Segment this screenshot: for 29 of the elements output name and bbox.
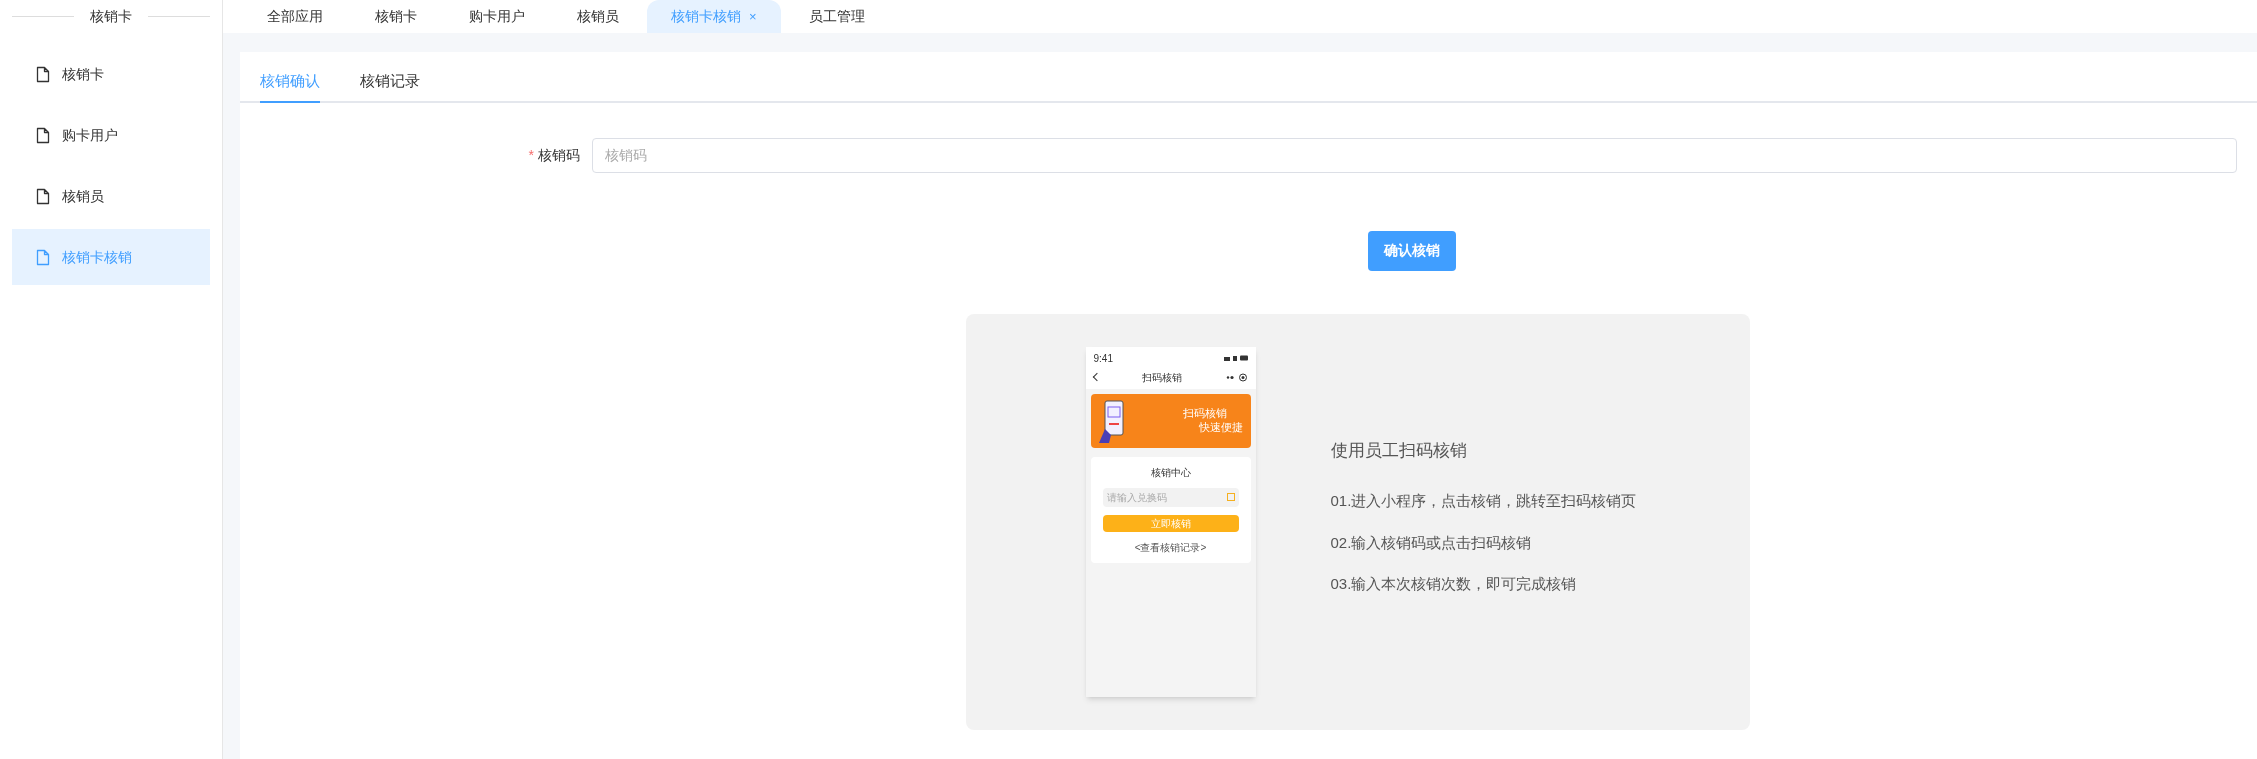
guide-title: 使用员工扫码核销 [1330, 439, 1468, 462]
guide-step: 03.输入本次核销次数，即可完成核销 [1330, 573, 1637, 596]
phone-title: 扫码核销 [1141, 370, 1182, 385]
guide-step: 01.进入小程序，点击核销，跳转至扫码核销页 [1330, 490, 1637, 513]
banner-text: 扫码核销 [1182, 406, 1227, 421]
document-icon [36, 187, 50, 205]
sidebar-item[interactable]: 购卡用户 [12, 107, 210, 163]
scan-icon [1226, 493, 1235, 501]
page-tab[interactable]: 核销员 [553, 0, 643, 33]
card-title: 核销中心 [1150, 465, 1191, 480]
status-time: 9:41 [1093, 351, 1113, 366]
sidebar-item[interactable]: 核销员 [12, 168, 210, 224]
field-label: 核销码 [538, 145, 580, 165]
records-link[interactable]: <查看核销记录> [1134, 539, 1207, 555]
battery-icon [1223, 355, 1248, 361]
sidebar-title: 核销卡 [90, 7, 132, 26]
document-icon [36, 248, 50, 266]
document-icon [36, 65, 50, 83]
code-field[interactable]: 核销码 [592, 137, 2237, 173]
guide-step: 02.输入核销码或点击扫码核销 [1330, 531, 1637, 554]
page-tab[interactable]: 购卡用户 [445, 0, 549, 33]
page-tab[interactable]: 全部应用 [243, 0, 347, 33]
document-icon [36, 126, 50, 144]
required-mark: * [528, 145, 534, 165]
sidebar-item[interactable]: 核销卡 [12, 46, 210, 102]
banner-text: 快速便捷 [1198, 420, 1243, 435]
content-tab[interactable]: 核销记录 [360, 70, 420, 101]
page-tab[interactable]: 核销卡 [351, 0, 441, 33]
page-tab[interactable]: 员工管理 [784, 0, 889, 33]
